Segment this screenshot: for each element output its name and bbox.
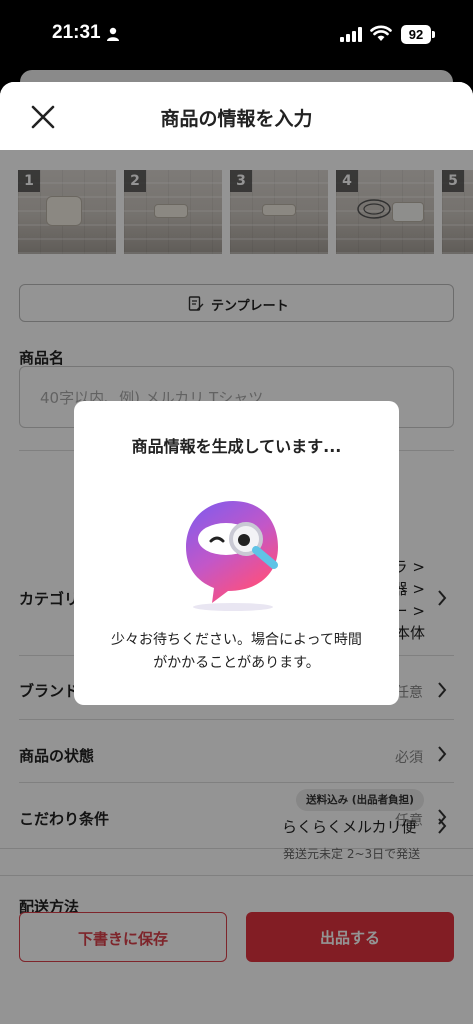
signal-icon: [340, 27, 362, 42]
dialog-message: 少々お待ちください。場合によって時間 がかかることがあります。: [74, 629, 399, 675]
dialog-message-line-2: がかかることがあります。: [153, 655, 320, 671]
header: 商品の情報を入力: [0, 82, 473, 150]
dialog-title: 商品情報を生成しています...: [131, 437, 342, 456]
mascot-search-icon: [186, 501, 278, 611]
status-time: 21:31: [52, 22, 101, 43]
person-icon: [107, 27, 119, 41]
dialog-message-line-1: 少々お待ちください。場合によって時間: [111, 632, 362, 648]
battery-tip: [432, 31, 435, 38]
status-bar: 21:31 92: [0, 0, 473, 70]
wifi-icon: [370, 25, 392, 41]
battery-indicator: 92: [401, 25, 431, 44]
page-title: 商品の情報を入力: [160, 108, 313, 130]
generating-dialog: 商品情報を生成しています... 少々お待ちください。場合によって時間 がかかるこ…: [74, 401, 399, 705]
